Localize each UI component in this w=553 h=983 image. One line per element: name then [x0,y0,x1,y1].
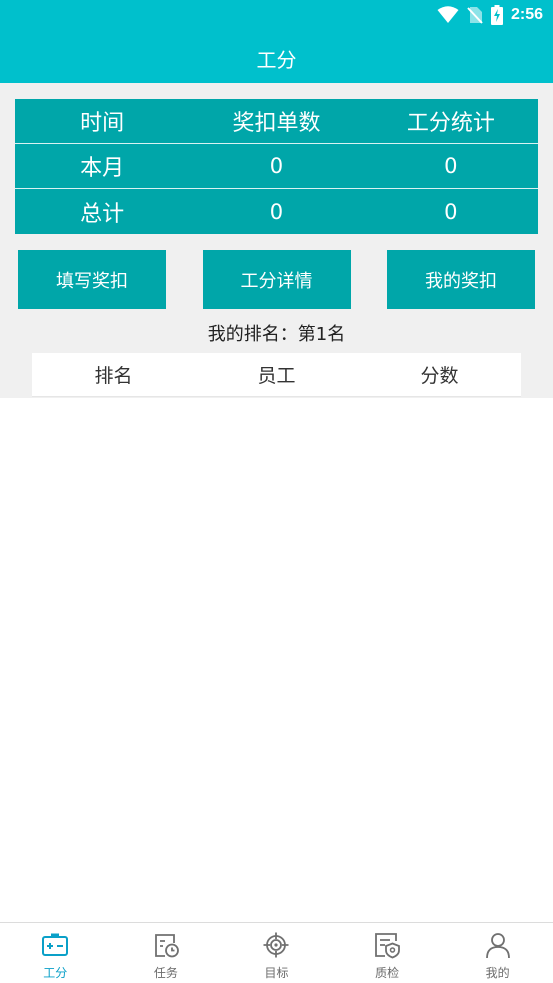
fill-reward-button[interactable]: 填写奖扣 [18,250,166,309]
quality-check-icon [375,933,400,959]
score-icon [42,933,69,956]
score-detail-button[interactable]: 工分详情 [202,250,351,309]
nav-label: 质检 [375,966,400,980]
profile-icon [485,933,510,959]
page-title: 工分 [256,48,297,72]
nav-label: 工分 [43,966,68,980]
wifi-icon [437,6,459,23]
ranking-column-score: 分数 [420,365,459,387]
nav-label: 目标 [264,966,289,980]
stats-header-time: 时间 [80,111,125,136]
ranking-table-header: 排名 员工 分数 [32,353,521,397]
status-time: 2:56 [510,6,543,23]
my-reward-button[interactable]: 我的奖扣 [387,250,535,309]
nav-label: 我的 [485,966,510,980]
stats-row-count: 0 [269,199,284,224]
stats-table: 时间 奖扣单数 工分统计 本月 0 0 总计 0 0 [15,99,538,234]
stats-header-count: 奖扣单数 [232,111,321,136]
stats-row-month: 本月 0 0 [15,144,538,189]
nav-item-task[interactable]: 任务 [111,923,222,983]
battery-charging-icon [490,5,503,25]
nav-item-profile[interactable]: 我的 [442,923,553,983]
stats-row-count: 0 [269,154,284,178]
action-buttons: 填写奖扣 工分详情 我的奖扣 [18,250,535,309]
stats-row-label: 总计 [80,201,125,227]
status-bar: 2:56 [437,0,553,30]
stats-header-row: 时间 奖扣单数 工分统计 [15,99,538,144]
no-sim-icon [467,7,483,24]
task-icon [154,934,179,958]
ranking-column-employee: 员工 [257,365,296,387]
bottom-nav: 工分 任务 目标 质检 我的 [0,922,553,983]
stats-row-total: 总计 0 0 [15,189,538,234]
nav-item-quality-check[interactable]: 质检 [332,923,443,983]
ranking-column-rank: 排名 [94,365,133,387]
stats-row-score: 0 [444,199,458,224]
app-header: 2:56 工分 [0,0,553,83]
nav-item-score[interactable]: 工分 [0,923,111,983]
nav-label: 任务 [153,966,178,980]
main-content: 时间 奖扣单数 工分统计 本月 0 0 总计 0 0 填写奖扣 工分详情 我的奖… [0,83,553,398]
stats-row-score: 0 [444,154,458,178]
target-icon [263,932,289,958]
stats-header-score: 工分统计 [406,111,495,136]
stats-row-label: 本月 [80,156,125,181]
nav-item-target[interactable]: 目标 [221,923,332,983]
my-rank-text: 我的排名：第1名 [207,324,346,345]
